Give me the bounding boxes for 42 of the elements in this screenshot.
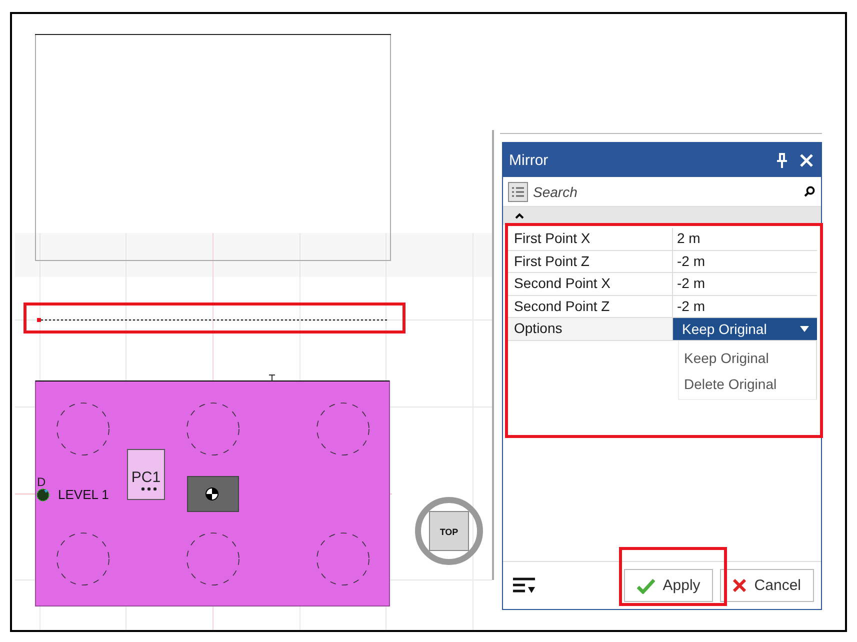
view-cube-label: TOP (440, 527, 458, 537)
property-name: First Point X (508, 228, 673, 250)
marker-letter: D (37, 475, 46, 489)
pin-icon[interactable] (776, 152, 788, 168)
list-view-icon[interactable] (508, 182, 528, 202)
cancel-button[interactable]: Cancel (720, 569, 814, 602)
equipment-box (187, 476, 239, 512)
column-box (127, 449, 165, 500)
dropdown-option[interactable]: Keep Original (679, 344, 816, 371)
dashed-circle (56, 402, 110, 456)
close-icon[interactable] (800, 154, 813, 166)
property-name: Second Point X (508, 273, 673, 295)
property-name: Options (508, 318, 673, 340)
tick-mark (268, 374, 276, 382)
options-dropdown[interactable]: Keep Original (673, 318, 817, 340)
dots-icon (141, 487, 157, 491)
dropdown-arrow-icon (800, 326, 809, 332)
dropdown-option[interactable]: Delete Original (679, 370, 816, 397)
view-cube-ring (415, 497, 483, 565)
level-marker-icon (36, 488, 50, 502)
property-value[interactable]: -2 m (673, 296, 817, 318)
dashed-circle (186, 402, 240, 456)
property-value[interactable]: -2 m (673, 250, 817, 272)
dashed-circle (186, 532, 240, 586)
dashed-circle (316, 532, 370, 586)
search-icon[interactable] (804, 186, 815, 197)
property-name: First Point Z (508, 250, 673, 272)
dashed-circle (316, 402, 370, 456)
search-field[interactable]: Search (533, 184, 799, 200)
dashed-circle (56, 532, 110, 586)
view-cube-face[interactable] (429, 511, 469, 551)
caret-icon (515, 213, 524, 219)
level-label: LEVEL 1 (58, 487, 109, 502)
sort-icon[interactable] (513, 576, 537, 594)
property-value[interactable]: -2 m (673, 273, 817, 295)
apply-button[interactable]: Apply (624, 569, 714, 602)
close-icon (733, 579, 746, 592)
column-label: PC1 (131, 469, 161, 486)
property-value[interactable]: 2 m (673, 228, 817, 250)
property-name: Second Point Z (508, 296, 673, 318)
check-icon (636, 578, 655, 594)
panel-title: Mirror (509, 152, 550, 168)
